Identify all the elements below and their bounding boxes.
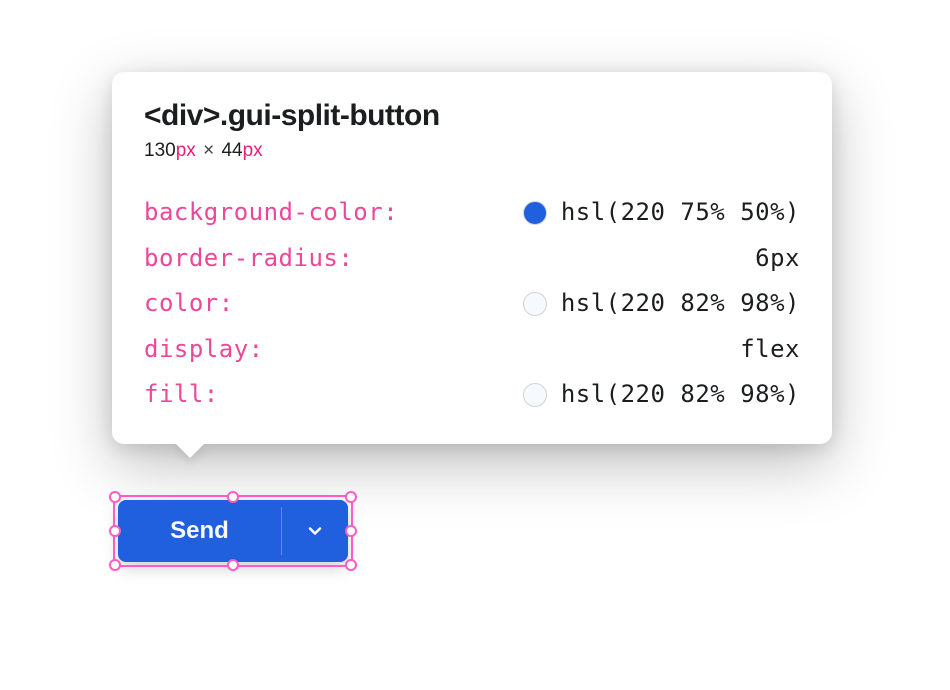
- color-swatch: [523, 292, 547, 316]
- property-row: fill: hsl(220 82% 98%): [144, 372, 800, 418]
- dropdown-toggle[interactable]: [282, 500, 348, 562]
- send-button-label: Send: [170, 517, 229, 545]
- times-symbol: ×: [203, 140, 214, 161]
- property-value: hsl(220 75% 50%): [561, 190, 800, 236]
- color-swatch: [523, 201, 547, 225]
- property-row: border-radius: 6px: [144, 236, 800, 282]
- split-button[interactable]: Send: [118, 500, 348, 562]
- property-row: background-color: hsl(220 75% 50%): [144, 190, 800, 236]
- property-value: hsl(220 82% 98%): [561, 281, 800, 327]
- style-properties: background-color: hsl(220 75% 50%) borde…: [144, 190, 800, 418]
- property-row: color: hsl(220 82% 98%): [144, 281, 800, 327]
- element-selector: <div>.gui-split-button: [144, 98, 800, 134]
- inspector-tooltip: <div>.gui-split-button 130px × 44px back…: [112, 72, 832, 444]
- chevron-down-icon: [305, 521, 325, 541]
- element-dimensions: 130px × 44px: [144, 140, 800, 162]
- property-name: background-color: [144, 190, 383, 236]
- width-value: 130: [144, 140, 176, 161]
- property-value: flex: [740, 327, 800, 373]
- property-name: display: [144, 327, 249, 373]
- height-unit: px: [243, 140, 263, 161]
- height-value: 44: [221, 140, 242, 161]
- property-value: 6px: [755, 236, 800, 282]
- property-row: display: flex: [144, 327, 800, 373]
- property-value: hsl(220 82% 98%): [561, 372, 800, 418]
- send-button[interactable]: Send: [118, 500, 281, 562]
- inspected-element-stage: Send: [118, 500, 348, 562]
- element-tag: <div>: [144, 99, 220, 132]
- property-name: fill: [144, 372, 204, 418]
- color-swatch: [523, 383, 547, 407]
- tooltip-arrow-icon: [174, 442, 206, 458]
- width-unit: px: [176, 140, 196, 161]
- property-name: color: [144, 281, 219, 327]
- element-class: .gui-split-button: [220, 99, 440, 132]
- property-name: border-radius: [144, 236, 338, 282]
